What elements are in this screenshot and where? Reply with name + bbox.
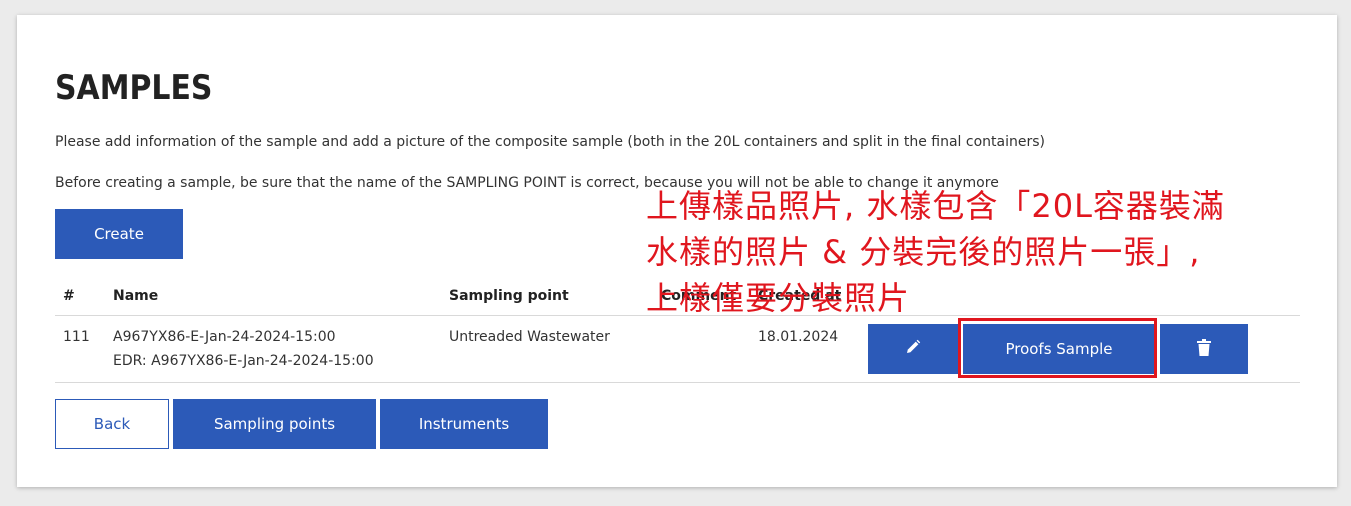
column-header-name: Name (113, 288, 159, 304)
annotation-line: 上傳樣品照片, 水樣包含「20L容器裝滿 (646, 187, 1225, 225)
page-title: SAMPLES (55, 68, 213, 108)
sampling-points-button[interactable]: Sampling points (173, 399, 376, 449)
page-description: Please add information of the sample and… (55, 134, 1045, 150)
annotation-line: 水樣的照片 & 分裝完後的照片一張」, (646, 233, 1201, 271)
column-header-number: # (63, 288, 75, 304)
create-button[interactable]: Create (55, 209, 183, 259)
row-edr: EDR: A967YX86-E-Jan-24-2024-15:00 (113, 353, 374, 369)
column-header-sampling-point: Sampling point (449, 288, 569, 304)
edit-button[interactable] (868, 324, 958, 374)
row-name: A967YX86-E-Jan-24-2024-15:00 (113, 329, 336, 345)
row-created-at: 18.01.2024 (758, 329, 839, 345)
pencil-icon (905, 339, 921, 359)
row-sampling-point: Untreaded Wastewater (449, 329, 610, 345)
delete-button[interactable] (1160, 324, 1248, 374)
table-row-divider (55, 382, 1300, 383)
row-number: 111 (63, 329, 90, 345)
trash-icon (1197, 338, 1211, 360)
annotation-text: 上傳樣品照片, 水樣包含「20L容器裝滿 水樣的照片 & 分裝完後的照片一張」,… (646, 183, 1225, 321)
proofs-sample-button[interactable]: Proofs Sample (963, 324, 1155, 374)
back-button[interactable]: Back (55, 399, 169, 449)
annotation-line: 上樣僅要分裝照片 (646, 279, 911, 317)
instruments-button[interactable]: Instruments (380, 399, 548, 449)
